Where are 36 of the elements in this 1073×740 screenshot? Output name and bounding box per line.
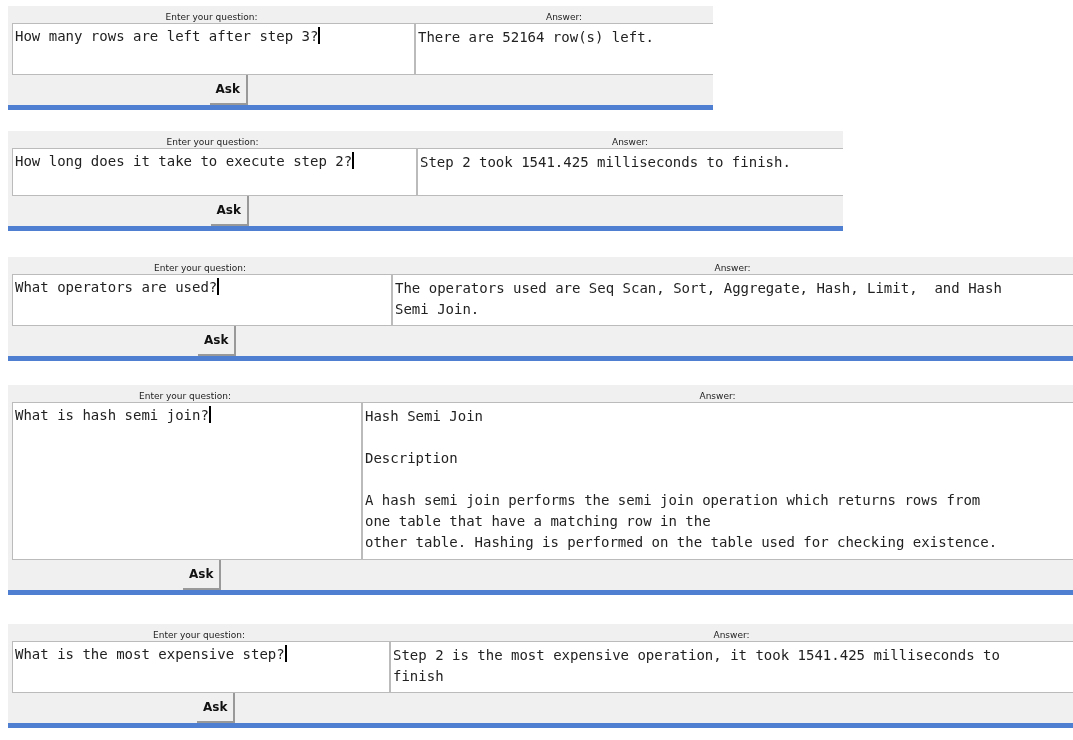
answer-line: Description (365, 449, 458, 468)
answer-line: The operators used are Seq Scan, Sort, Aggregate, Hash, Limit, and Hash (395, 279, 1002, 298)
answer-line: Semi Join. (395, 300, 480, 319)
question-label: Enter your question: (152, 630, 246, 641)
answer-label: Answer: (712, 630, 751, 641)
text-cursor (208, 406, 211, 423)
ask-button[interactable]: Ask (198, 326, 237, 356)
question-input[interactable]: What is the most expensive step? (12, 641, 390, 693)
answer-line: There are 52164 row(s) left. (418, 28, 654, 47)
answer-label: Answer: (545, 12, 583, 23)
answer-line: one table that have a matching row in the (365, 512, 711, 531)
answer-label: Answer: (713, 263, 752, 274)
answer-label: Answer: (698, 391, 737, 402)
ask-button[interactable]: Ask (209, 75, 248, 105)
question-input[interactable]: How many rows are left after step 3? (12, 23, 415, 75)
question-label: Enter your question: (164, 12, 259, 23)
answer-line: finish (393, 667, 444, 686)
text-cursor (284, 645, 287, 662)
question-label: Enter your question: (138, 391, 232, 402)
answer-line: A hash semi join performs the semi join operation which returns rows from (365, 491, 981, 510)
ask-button[interactable]: Ask (183, 560, 222, 590)
question-input[interactable]: What is hash semi join? (12, 402, 362, 560)
answer-line: other table. Hashing is performed on the table used for checking existence. (365, 533, 998, 552)
text-cursor (352, 152, 355, 169)
text-cursor (318, 27, 321, 44)
ask-button[interactable]: Ask (210, 196, 249, 226)
text-cursor (217, 278, 220, 295)
question-input[interactable]: What operators are used? (12, 274, 392, 326)
question-label: Enter your question: (153, 263, 247, 274)
answer-label: Answer: (611, 137, 649, 148)
question-input[interactable]: How long does it take to execute step 2? (12, 148, 417, 196)
answer-line: Hash Semi Join (365, 407, 483, 426)
ask-button[interactable]: Ask (197, 693, 236, 723)
question-label: Enter your question: (165, 137, 260, 148)
answer-line: Step 2 is the most expensive operation, it took 1541.425 milliseconds to (393, 646, 1000, 665)
answer-line: Step 2 took 1541.425 milliseconds to finish. (420, 153, 791, 172)
